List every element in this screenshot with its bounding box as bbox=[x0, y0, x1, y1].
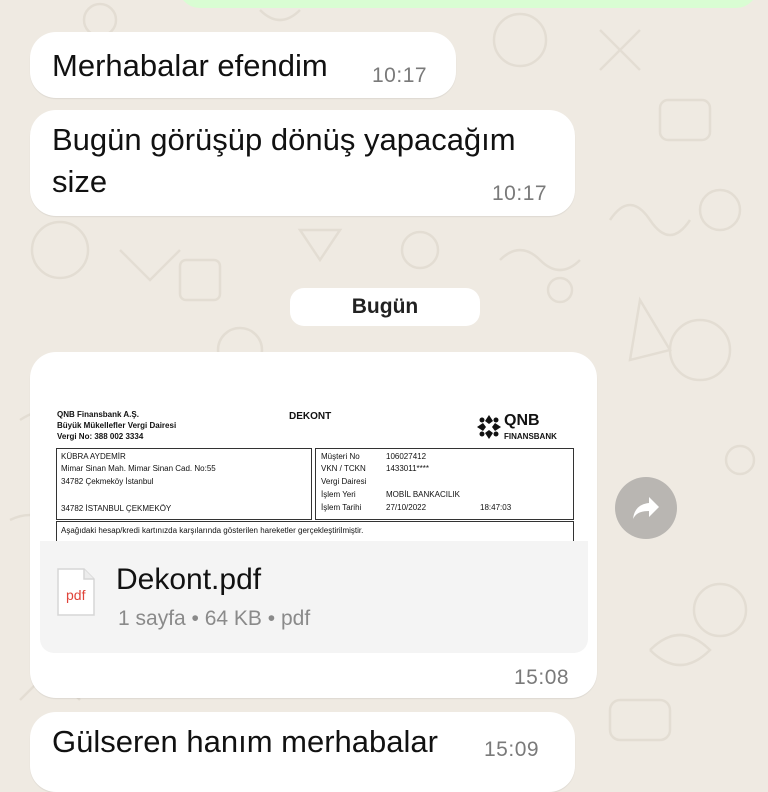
forward-button[interactable] bbox=[615, 477, 677, 539]
logo-qnb-text: QNB bbox=[504, 412, 540, 429]
field-value-time: 18:47:03 bbox=[480, 503, 512, 512]
tax-office: Büyük Mükellefler Vergi Dairesi bbox=[57, 421, 177, 430]
incoming-message-bubble[interactable]: Bugün görüşüp dönüş yapacağım size 10:17 bbox=[30, 110, 575, 216]
document-title: DEKONT bbox=[289, 411, 332, 422]
message-time: 10:17 bbox=[492, 182, 548, 205]
address-line1: Mimar Sinan Mah. Mimar Sinan Cad. No:55 bbox=[61, 464, 216, 473]
forward-arrow-icon bbox=[633, 497, 659, 519]
field-value-customer-no: 106027412 bbox=[386, 452, 427, 461]
pdf-icon-label: pdf bbox=[66, 587, 86, 603]
field-label-customer-no: Müşteri No bbox=[321, 452, 360, 461]
message-text: Merhabalar efendim bbox=[52, 48, 328, 83]
customer-name: KÜBRA AYDEMİR bbox=[61, 452, 126, 461]
footer-text: Aşağıdaki hesap/kredi kartınızda karşıla… bbox=[61, 526, 364, 535]
document-preview[interactable]: QNB Finansbank A.Ş. Büyük Mükellefler Ve… bbox=[40, 378, 588, 541]
message-time: 15:09 bbox=[484, 738, 540, 761]
field-label-date: İşlem Tarihi bbox=[321, 503, 362, 512]
message-text-line2: size bbox=[52, 164, 108, 199]
date-divider: Bugün bbox=[290, 288, 480, 326]
date-divider-label: Bugün bbox=[351, 295, 419, 318]
address-line2: 34782 Çekmeköy İstanbul bbox=[61, 477, 154, 486]
qnb-logo-icon bbox=[477, 415, 501, 439]
address-line3: 34782 İSTANBUL ÇEKMEKÖY bbox=[61, 504, 172, 513]
field-label-vkn: VKN / TCKN bbox=[321, 464, 366, 473]
message-text-line1: Bugün görüşüp dönüş yapacağım bbox=[52, 122, 516, 157]
logo-finansbank-text: FINANSBANK bbox=[504, 432, 557, 441]
message-time: 15:08 bbox=[514, 666, 570, 689]
incoming-message-bubble[interactable]: Gülseren hanım merhabalar 15:09 bbox=[30, 712, 575, 792]
message-text: Gülseren hanım merhabalar bbox=[52, 724, 438, 759]
pdf-attachment[interactable]: pdf Dekont.pdf 1 sayfa • 64 KB • pdf bbox=[40, 541, 588, 653]
tax-number: Vergi No: 388 002 3334 bbox=[57, 432, 144, 441]
field-value-location: MOBİL BANKACILIK bbox=[386, 490, 460, 499]
bank-name: QNB Finansbank A.Ş. bbox=[57, 410, 139, 419]
field-value-vkn: 1433011**** bbox=[386, 464, 430, 473]
message-time: 10:17 bbox=[372, 64, 428, 87]
file-name: Dekont.pdf bbox=[116, 563, 262, 596]
file-meta: 1 sayfa • 64 KB • pdf bbox=[118, 607, 311, 630]
field-label-location: İşlem Yeri bbox=[321, 490, 356, 499]
outgoing-bubble-partial bbox=[178, 0, 758, 8]
field-label-tax-office: Vergi Dairesi bbox=[321, 477, 367, 486]
incoming-message-bubble[interactable]: Merhabalar efendim 10:17 bbox=[30, 32, 456, 98]
field-value-date: 27/10/2022 bbox=[386, 503, 427, 512]
